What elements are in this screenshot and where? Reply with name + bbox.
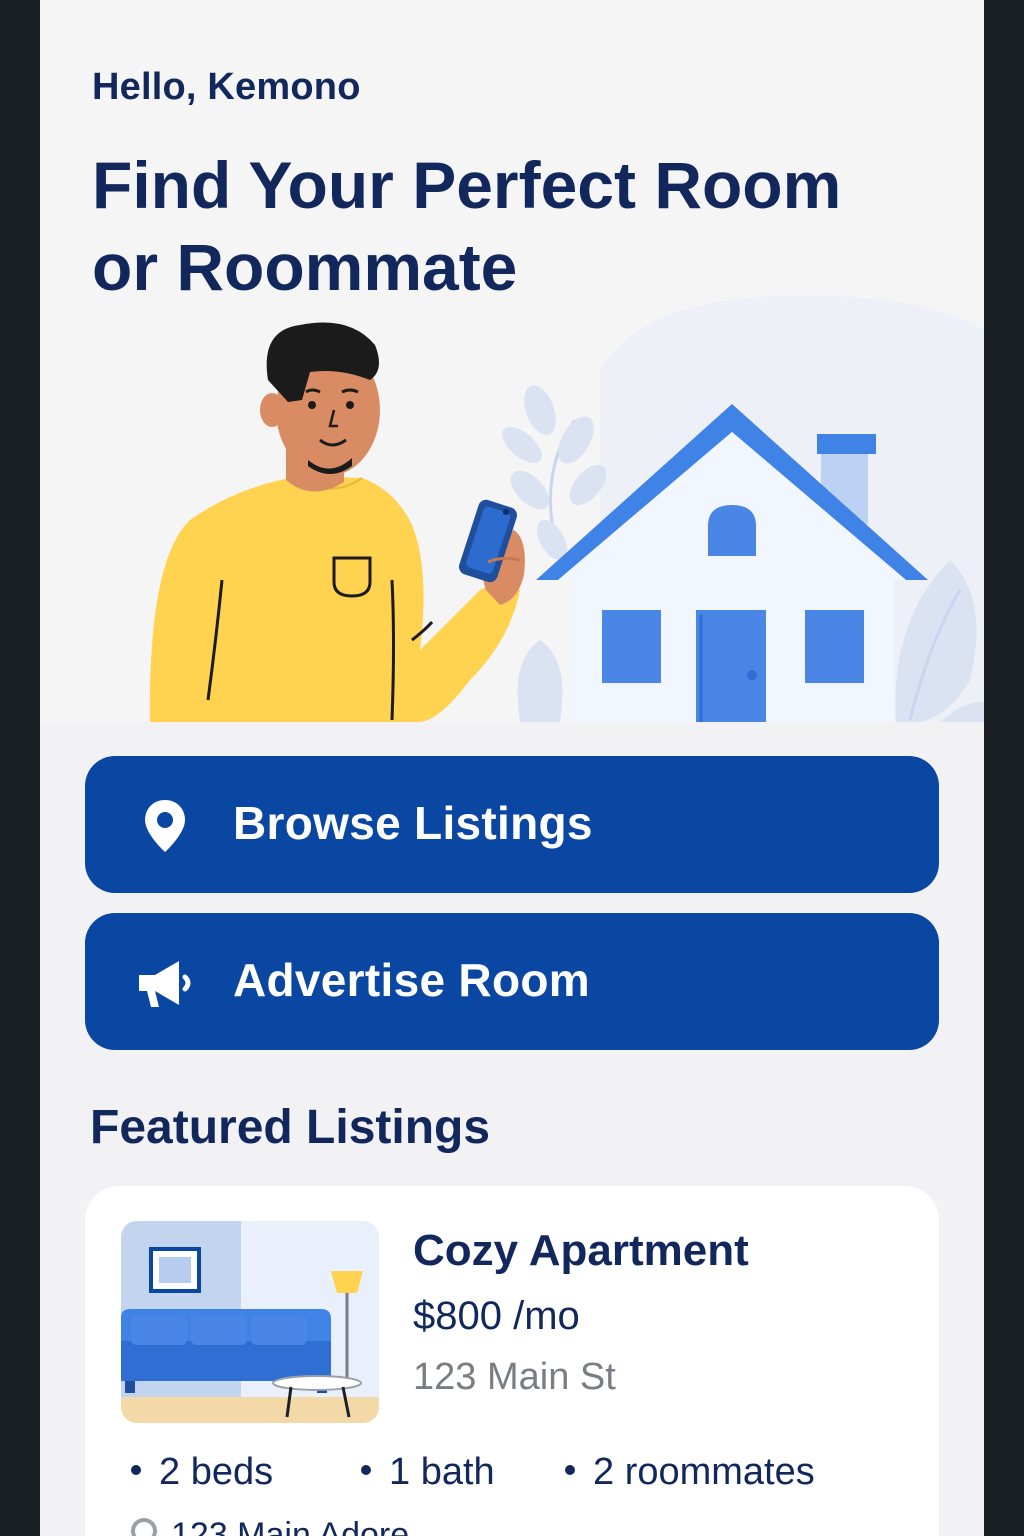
- feature-beds: 2 beds: [131, 1451, 273, 1494]
- listing-sub-address: 123 Main Adore: [131, 1516, 409, 1536]
- listing-thumbnail: [121, 1221, 379, 1423]
- bullet-icon: [131, 1464, 141, 1475]
- advertise-room-button[interactable]: Advertise Room: [85, 913, 939, 1050]
- feature-roommates-label: 2 roommates: [593, 1451, 815, 1493]
- browse-listings-button[interactable]: Browse Listings: [85, 756, 939, 893]
- megaphone-icon: [139, 961, 191, 1007]
- listing-address: 123 Main St: [413, 1356, 616, 1398]
- featured-listings-heading: Featured Listings: [90, 1101, 491, 1154]
- listing-features: 2 beds 1 bath 2 roommates: [131, 1451, 931, 1499]
- hero-section: Hello, Kemono Find Your Perfect Room or …: [40, 0, 984, 722]
- app-screen: Hello, Kemono Find Your Perfect Room or …: [40, 0, 984, 1536]
- browse-listings-label: Browse Listings: [233, 797, 593, 849]
- feature-roommates: 2 roommates: [565, 1451, 815, 1494]
- feature-bath-label: 1 bath: [389, 1451, 495, 1493]
- listing-title: Cozy Apartment: [413, 1226, 749, 1275]
- advertise-room-label: Advertise Room: [233, 954, 590, 1006]
- listing-price: $800 /mo: [413, 1294, 580, 1338]
- greeting-text: Hello, Kemono: [92, 66, 361, 108]
- bullet-icon: [565, 1464, 575, 1475]
- bullet-icon: [361, 1464, 371, 1475]
- sub-address-label: 123 Main Adore: [171, 1516, 410, 1536]
- listing-card[interactable]: Cozy Apartment $800 /mo 123 Main St 2 be…: [85, 1186, 939, 1536]
- house-icon: [536, 404, 928, 722]
- location-pin-icon: [131, 1518, 157, 1536]
- feature-beds-label: 2 beds: [159, 1451, 274, 1493]
- person-illustration: [149, 322, 525, 722]
- location-pin-icon: [145, 800, 185, 852]
- page-headline: Find Your Perfect Room or Roommate: [92, 148, 842, 304]
- feature-bath: 1 bath: [361, 1451, 495, 1494]
